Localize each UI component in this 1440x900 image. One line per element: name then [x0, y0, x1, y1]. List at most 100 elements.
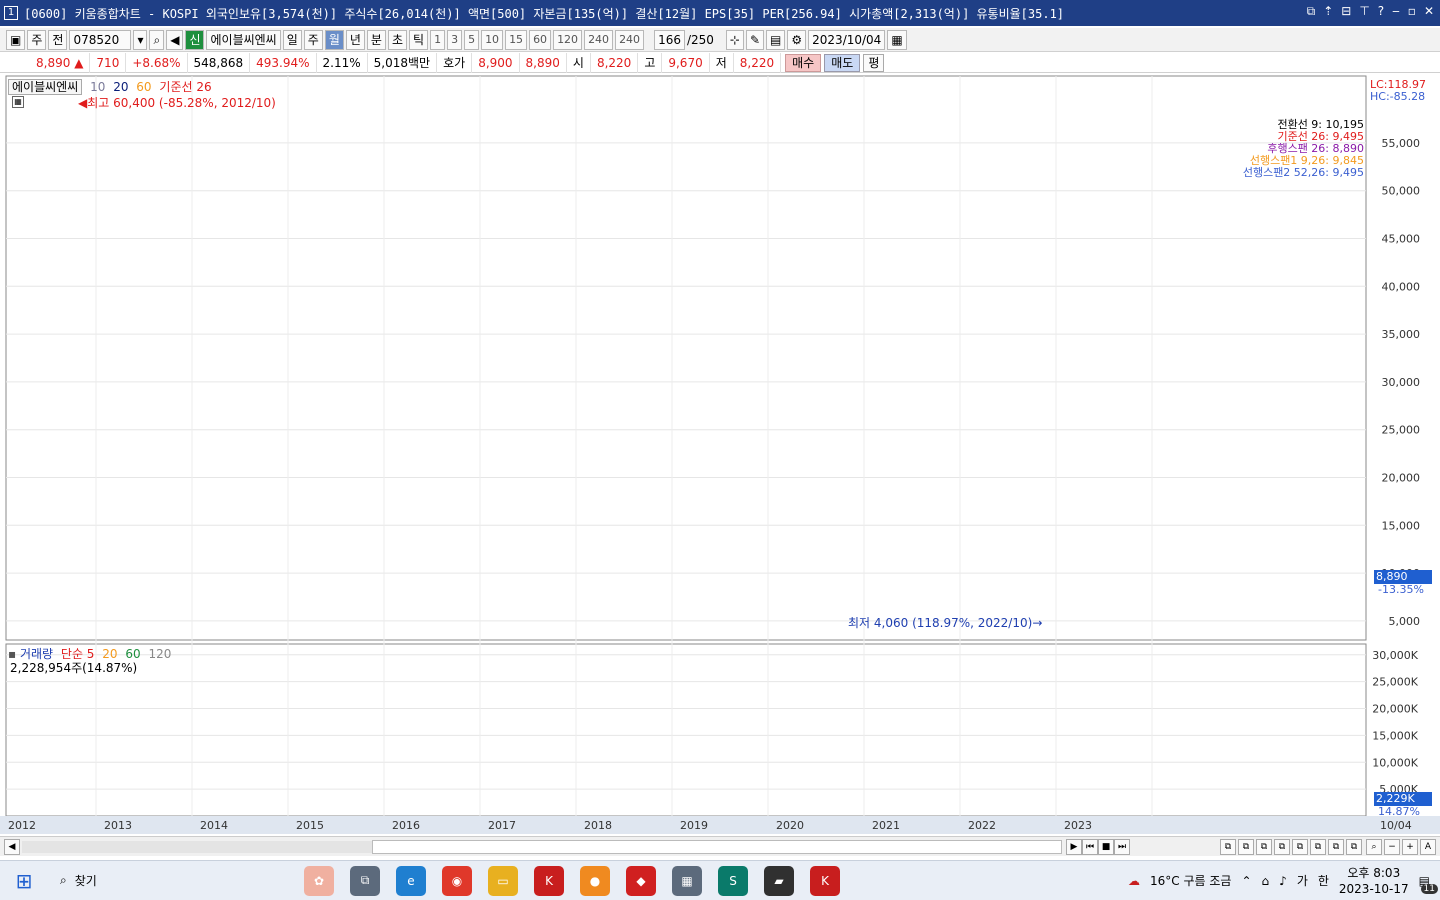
- network-icon[interactable]: ⌂: [1262, 874, 1270, 888]
- clock-date: 2023-10-17: [1338, 881, 1409, 896]
- interval-year[interactable]: 년: [345, 29, 365, 50]
- search-icon[interactable]: ⌕: [149, 29, 165, 50]
- stock-name-field[interactable]: 에이블씨엔씨: [206, 29, 281, 50]
- chart-menu-icon[interactable]: ▣: [6, 29, 26, 50]
- scroll-right-icon[interactable]: ▶: [1066, 839, 1082, 855]
- code-input[interactable]: 078520: [69, 29, 132, 50]
- kiwoom-icon[interactable]: K: [810, 865, 840, 896]
- task-view-icon[interactable]: ⧉: [350, 865, 380, 896]
- current-pct-tag: -13.35%: [1378, 583, 1424, 596]
- app-icon-decorative[interactable]: ✿: [304, 865, 334, 896]
- scroll-thumb[interactable]: [372, 840, 1062, 854]
- pin-icon[interactable]: ⇡: [1323, 4, 1333, 19]
- scroll-left-icon[interactable]: ◀: [4, 839, 20, 855]
- zoom-out-icon[interactable]: −: [1384, 839, 1400, 855]
- date-input[interactable]: 2023/10/04: [808, 29, 886, 50]
- interval-tick[interactable]: 틱: [409, 29, 429, 50]
- draw-icon[interactable]: ✎: [745, 29, 765, 50]
- help-icon[interactable]: ?: [1378, 4, 1384, 19]
- app-icon[interactable]: S: [718, 865, 748, 896]
- windows-start-icon[interactable]: ⊞: [0, 869, 48, 893]
- sticky-notes-icon[interactable]: ▰: [764, 865, 794, 896]
- interval-day[interactable]: 일: [282, 29, 302, 50]
- open-label: 시: [567, 52, 591, 73]
- interval-week[interactable]: 주: [303, 29, 323, 50]
- ime-mode[interactable]: 한: [1318, 872, 1329, 889]
- close-icon[interactable]: ✕: [1424, 4, 1434, 19]
- minute-option[interactable]: 120: [553, 29, 583, 50]
- minute-option[interactable]: 10: [481, 29, 504, 50]
- view-icon[interactable]: ⧉: [1256, 839, 1272, 855]
- chart-area[interactable]: 55,000 50,000 45,000 40,000 35,000 30,000 25,0…: [0, 74, 1440, 836]
- sell-button[interactable]: 매도: [824, 53, 861, 72]
- chart-svg[interactable]: 55,000 50,000 45,000 40,000 35,000 30,000 25,0…: [0, 74, 1440, 836]
- interval-minute[interactable]: 분: [366, 29, 386, 50]
- chevron-up-icon[interactable]: ⌃: [1241, 874, 1251, 888]
- interval-second[interactable]: 초: [387, 29, 408, 50]
- explorer-icon[interactable]: ▭: [488, 865, 518, 896]
- view-icon[interactable]: ⧉: [1220, 839, 1236, 855]
- minute-option[interactable]: 240: [584, 29, 614, 50]
- view-icon[interactable]: ⧉: [1310, 839, 1326, 855]
- prev-button[interactable]: 전: [48, 29, 68, 50]
- sound-icon[interactable]: ◀: [166, 29, 184, 50]
- font-size-icon[interactable]: A: [1420, 839, 1436, 855]
- clock[interactable]: 오후 8:03 2023-10-17: [1339, 865, 1409, 897]
- new-badge: 신: [185, 29, 205, 50]
- edge-icon[interactable]: e: [396, 865, 426, 896]
- minute-option[interactable]: 240: [615, 29, 645, 50]
- save-icon[interactable]: ▤: [766, 29, 786, 50]
- rewind-icon[interactable]: ⏮: [1082, 839, 1098, 855]
- weather-icon[interactable]: ☁: [1128, 874, 1140, 888]
- calendar-icon[interactable]: ▦: [887, 29, 907, 50]
- search-box[interactable]: ⌕ 찾기: [48, 865, 248, 897]
- gear-icon[interactable]: ⚙: [787, 29, 807, 50]
- x-tick-label: 2012: [8, 819, 36, 832]
- view-icon[interactable]: ⧉: [1292, 839, 1308, 855]
- forward-icon[interactable]: ⏭: [1114, 839, 1130, 855]
- chrome-icon[interactable]: ◉: [442, 865, 472, 896]
- crosshair-icon[interactable]: ⊹: [725, 29, 744, 50]
- chart-scrollbar[interactable]: ◀ ▶ ⏮ ■ ⏭ ⧉ ⧉ ⧉ ⧉ ⧉ ⧉ ⧉ ⧉ ⌕ − + A: [0, 836, 1440, 856]
- weather-text[interactable]: 16°C 구름 조금: [1150, 872, 1231, 889]
- maximize-icon[interactable]: ▫: [1408, 4, 1416, 19]
- period-select[interactable]: 주: [27, 29, 47, 50]
- topmost-icon[interactable]: ⊤: [1359, 4, 1369, 19]
- restore-icon[interactable]: ⧉: [1307, 4, 1316, 19]
- code-dropdown-icon[interactable]: ▾: [133, 29, 148, 50]
- zoom-in-icon[interactable]: +: [1402, 839, 1418, 855]
- up-arrow-icon: ▲: [74, 55, 84, 70]
- eval-button[interactable]: 평: [863, 53, 885, 72]
- buy-button[interactable]: 매수: [785, 53, 822, 72]
- app-icon[interactable]: ●: [580, 865, 610, 896]
- minute-option[interactable]: 60: [529, 29, 552, 50]
- grid-icon[interactable]: ▦: [12, 96, 24, 108]
- app-icon[interactable]: ◆: [626, 865, 656, 896]
- kiwoom-icon[interactable]: K: [534, 865, 564, 896]
- zoom-icon[interactable]: ⌕: [1366, 839, 1382, 855]
- minimize-icon[interactable]: ‒: [1392, 4, 1400, 19]
- view-icon[interactable]: ⧉: [1274, 839, 1290, 855]
- ime-lang[interactable]: 가: [1297, 872, 1308, 889]
- view-icon[interactable]: ⧉: [1346, 839, 1362, 855]
- view-icon[interactable]: ⧉: [1238, 839, 1254, 855]
- minute-option[interactable]: 5: [464, 29, 480, 50]
- search-label: 찾기: [74, 874, 97, 888]
- minute-option[interactable]: 3: [447, 29, 463, 50]
- hc-label: HC:-85.28: [1370, 90, 1426, 103]
- interval-month[interactable]: 월: [324, 29, 344, 50]
- turnover-rate: 2.11%: [317, 52, 368, 73]
- count-input[interactable]: 166: [654, 29, 685, 50]
- layout-icon[interactable]: ⊟: [1341, 4, 1351, 19]
- minute-option[interactable]: 1: [430, 29, 446, 50]
- view-icon[interactable]: ⧉: [1328, 839, 1344, 855]
- price-tick-label: 30,000: [1382, 376, 1421, 389]
- legend-stock-name[interactable]: 에이블씨엔씨: [8, 79, 83, 95]
- stop-icon[interactable]: ■: [1098, 839, 1114, 855]
- minute-option[interactable]: 15: [505, 29, 528, 50]
- speaker-icon[interactable]: ♪: [1279, 874, 1287, 888]
- scroll-track[interactable]: [22, 841, 372, 853]
- calculator-icon[interactable]: ▦: [672, 865, 702, 896]
- x-tick-label: 2013: [104, 819, 132, 832]
- notification-icon[interactable]: ▤ 11: [1419, 874, 1438, 894]
